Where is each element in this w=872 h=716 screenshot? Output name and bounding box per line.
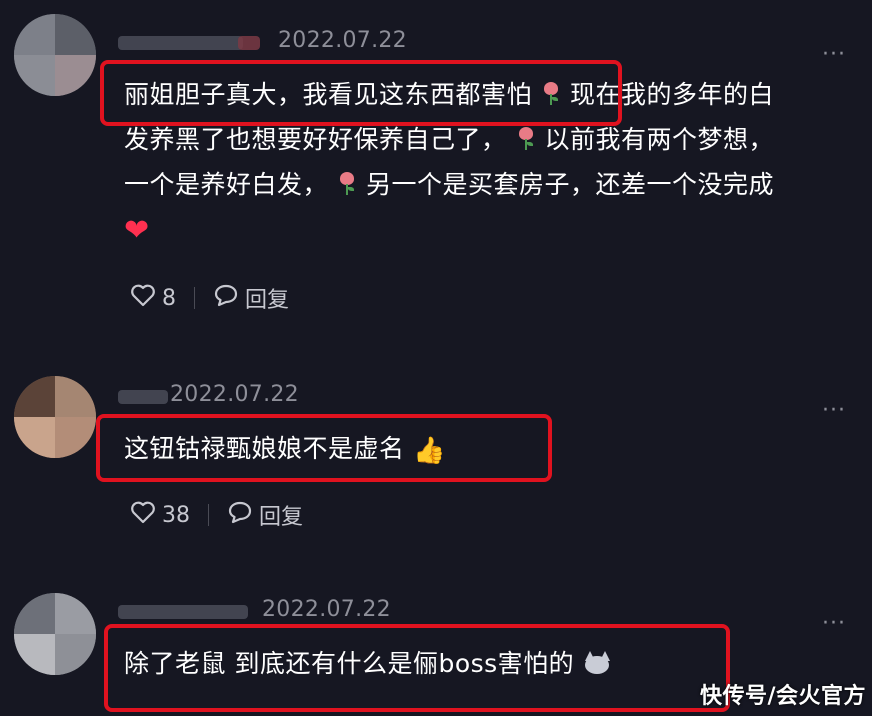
comment-text-line: 发养黑了也想要好好保养自己了， bbox=[124, 125, 507, 154]
comment-date: 2022.07.22 bbox=[170, 382, 299, 407]
highlight-box bbox=[96, 414, 552, 482]
reply-button[interactable]: 回复 bbox=[259, 499, 303, 531]
username-blurred[interactable] bbox=[118, 28, 268, 58]
comment-actions: 38 回复 bbox=[130, 500, 303, 530]
heart-outline-icon[interactable] bbox=[130, 500, 156, 530]
more-options-icon[interactable]: ··· bbox=[822, 613, 846, 635]
comment-actions: 8 回复 bbox=[130, 283, 289, 313]
rose-emoji bbox=[338, 172, 356, 196]
divider bbox=[208, 504, 209, 526]
comment-1: 2022.07.22 ··· 丽姐胆子真大，我看见这东西都害怕 现在我的多年的白 … bbox=[0, 0, 872, 340]
reply-button[interactable]: 回复 bbox=[245, 282, 289, 314]
comment-date: 2022.07.22 bbox=[262, 597, 391, 622]
comment-bubble-icon[interactable] bbox=[227, 500, 253, 530]
comment-text-line: 另一个是买套房子，还差一个没完成 bbox=[366, 170, 775, 199]
avatar[interactable] bbox=[14, 593, 96, 675]
username-blurred[interactable] bbox=[118, 597, 268, 627]
red-heart-emoji: ❤ bbox=[124, 213, 150, 248]
comment-date: 2022.07.22 bbox=[278, 28, 407, 53]
rose-emoji bbox=[517, 127, 535, 151]
avatar[interactable] bbox=[14, 14, 96, 96]
more-options-icon[interactable]: ··· bbox=[822, 400, 846, 422]
more-options-icon[interactable]: ··· bbox=[822, 44, 846, 66]
heart-outline-icon[interactable] bbox=[130, 283, 156, 313]
like-count: 38 bbox=[162, 502, 190, 528]
comment-bubble-icon[interactable] bbox=[213, 283, 239, 313]
like-count: 8 bbox=[162, 285, 176, 311]
comment-text-line: 一个是养好白发， bbox=[124, 170, 329, 199]
comment-text-line: 以前我有两个梦想， bbox=[544, 125, 775, 154]
highlight-box bbox=[104, 624, 730, 712]
divider bbox=[194, 287, 195, 309]
highlight-box bbox=[100, 60, 622, 126]
avatar[interactable] bbox=[14, 376, 96, 458]
watermark: 快传号/会火官方 bbox=[699, 684, 866, 709]
